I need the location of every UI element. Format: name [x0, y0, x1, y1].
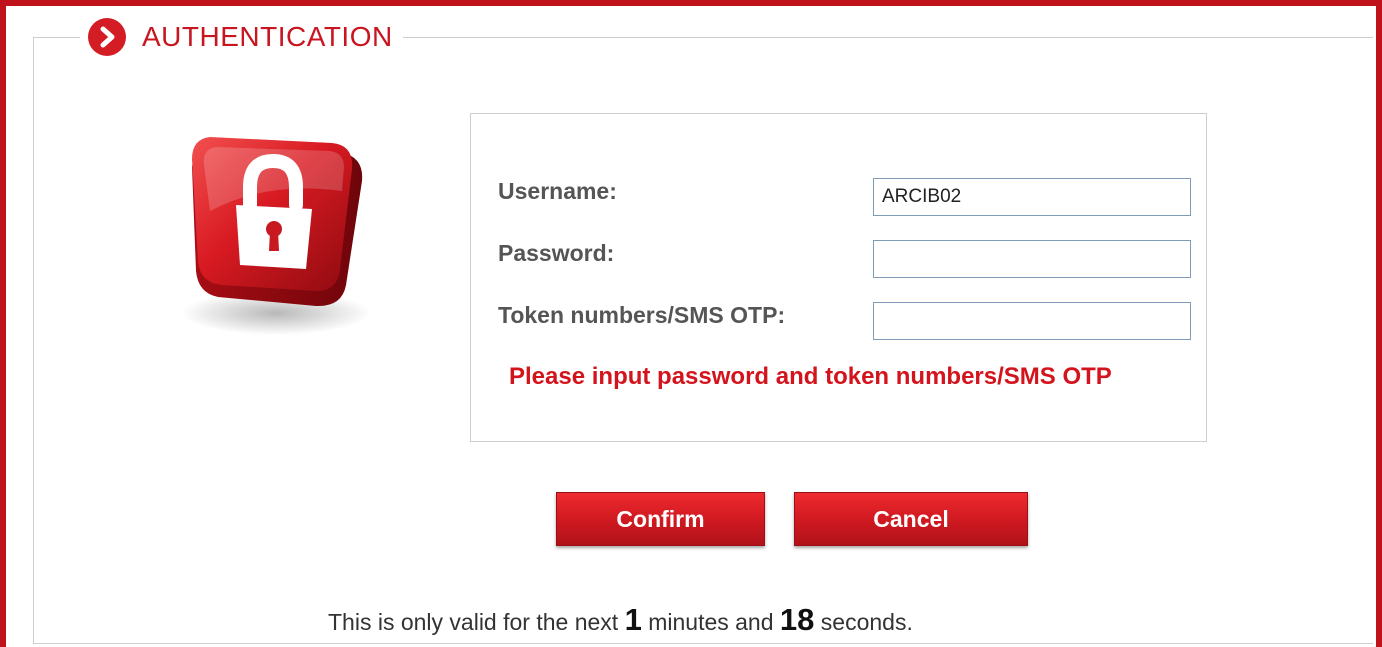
username-label: Username:	[498, 178, 617, 204]
confirm-button[interactable]: Confirm	[556, 492, 765, 546]
chevron-right-circle-icon	[88, 18, 126, 56]
timer-suffix: seconds.	[820, 609, 913, 635]
section-header: AUTHENTICATION	[80, 15, 403, 59]
cancel-button[interactable]: Cancel	[794, 492, 1028, 546]
token-otp-input[interactable]	[873, 302, 1191, 340]
padlock-icon	[166, 121, 381, 346]
username-input[interactable]	[873, 178, 1191, 216]
timer-prefix: This is only valid for the next	[328, 609, 619, 635]
validity-timer: This is only valid for the next 1 minute…	[328, 602, 913, 638]
token-label: Token numbers/SMS OTP:	[498, 302, 786, 328]
error-message: Please input password and token numbers/…	[509, 363, 1112, 390]
timer-middle: minutes and	[648, 609, 774, 635]
password-label: Password:	[498, 240, 615, 266]
timer-seconds: 18	[779, 602, 815, 637]
section-title: AUTHENTICATION	[142, 21, 393, 52]
timer-minutes: 1	[624, 602, 642, 637]
password-input[interactable]	[873, 240, 1191, 278]
page-frame: AUTHENTICATION Username: ARCIB02 Passwor…	[0, 0, 1382, 647]
